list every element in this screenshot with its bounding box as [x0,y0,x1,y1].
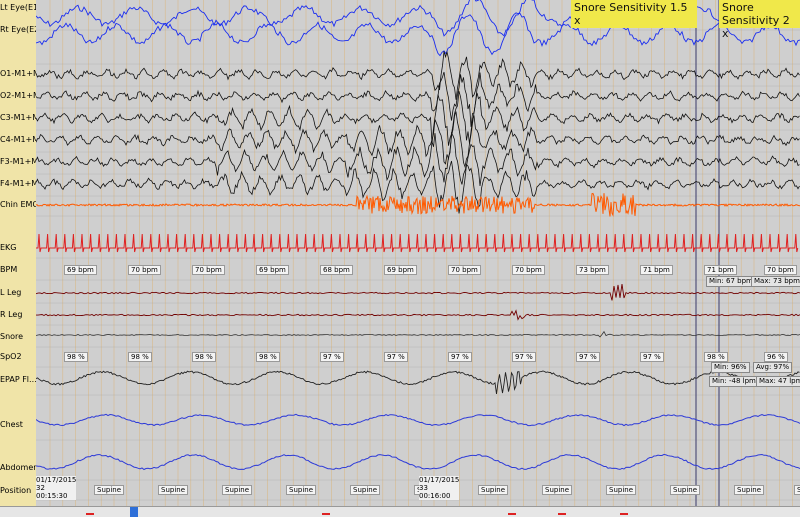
position-value: Supine [286,485,317,495]
spo2-value: 97 % [512,352,536,362]
spo2-value: 98 % [704,352,728,362]
bpm-value: 69 bpm [384,265,417,275]
spo2-value: 97 % [448,352,472,362]
event-marker [558,513,566,515]
channel-label-snore[interactable]: Snore [0,332,36,342]
spo2-value: 98 % [64,352,88,362]
spo2-value: 98 % [192,352,216,362]
spo2-value: 97 % [640,352,664,362]
position-value: Supine [606,485,637,495]
channel-label-r-leg[interactable]: R Leg [0,310,36,320]
channel-label-spo2[interactable]: SpO2 [0,352,36,362]
position-value: Supine [794,485,800,495]
waveform-traces [36,0,800,506]
bpm-value: 73 bpm [576,265,609,275]
r-leg-trace [36,309,800,321]
channel-label-ekg[interactable]: EKG [0,243,36,253]
chest-trace [36,413,800,427]
position-value: Supine [734,485,765,495]
epoch-date: 01/17/2015 [36,476,77,484]
channel-label-c4[interactable]: C4-M1+M2 [0,135,36,145]
epoch-epoch: 32 [36,484,45,492]
epap-max: Max: 47 lpm [756,376,800,387]
spo2-value: 96 % [764,352,788,362]
position-value: Supine [478,485,509,495]
channel-label-chest[interactable]: Chest [0,420,36,430]
epap-flow-trace [36,370,800,395]
bpm-value: 69 bpm [256,265,289,275]
bpm-value: 68 bpm [320,265,353,275]
position-value: Supine [222,485,253,495]
channel-label-position[interactable]: Position [0,486,36,496]
epoch-date: 01/17/2015 [419,476,460,484]
channel-label-abdomen[interactable]: Abdomen [0,463,36,473]
channel-label-lt-eye[interactable]: Lt Eye(E1) [0,3,36,13]
channel-label-c3[interactable]: C3-M1+M2 [0,113,36,123]
epoch-time: 00:16:00 [419,492,451,500]
spo2-min: Min: 96% [711,362,750,373]
channel-label-bpm[interactable]: BPM [0,265,36,275]
waveform-plot-area[interactable]: 69 bpm 70 bpm 70 bpm 69 bpm 68 bpm 69 bpm 70 b… [36,0,800,506]
ekg-trace [36,233,799,253]
bpm-value: 70 bpm [128,265,161,275]
spo2-avg: Avg: 97% [753,362,793,373]
channel-label-epap-flow[interactable]: EPAP Fl... [0,375,36,385]
spo2-value: 97 % [576,352,600,362]
event-marker [508,513,516,515]
spo2-value: 97 % [320,352,344,362]
bpm-value: 70 bpm [192,265,225,275]
bpm-value: 71 bpm [704,265,737,275]
channel-label-column: Lt Eye(E1) Rt Eye(E2) O1-M1+M2 O2-M1+M2 C3-M… [0,0,36,506]
spo2-value: 98 % [256,352,280,362]
channel-label-f4[interactable]: F4-M1+M2 [0,179,36,189]
channel-label-o1[interactable]: O1-M1+M2 [0,69,36,79]
channel-label-f3[interactable]: F3-M1+M2 [0,157,36,167]
l-leg-trace [36,284,800,301]
channel-label-rt-eye[interactable]: Rt Eye(E2) [0,25,36,35]
position-value: Supine [542,485,573,495]
o2-trace [36,71,800,127]
snore-sensitivity-label: Snore Sensitivity 1.5 x [571,0,697,28]
event-marker [86,513,94,515]
snore-sensitivity-label: Snore Sensitivity 2 x [719,0,800,40]
epoch-time-marker: 01/17/2015 32 00:15:30 [36,476,77,500]
position-value: Supine [670,485,701,495]
timeline-scrollbar[interactable] [0,506,800,517]
epoch-time: 00:15:30 [36,492,68,500]
event-marker [620,513,628,515]
o1-trace [36,50,800,100]
spo2-value: 98 % [128,352,152,362]
snore-trace [36,330,800,338]
bpm-value: 70 bpm [512,265,545,275]
channel-label-chin-emg[interactable]: Chin EMG [0,200,36,210]
epoch-time-marker: 01/17/2015 33 00:16:00 [419,476,460,500]
channel-label-l-leg[interactable]: L Leg [0,288,36,298]
chin-emg-trace [36,192,800,217]
abdomen-trace [36,453,800,471]
bpm-max: Max: 73 bpm [751,276,800,287]
bpm-value: 70 bpm [448,265,481,275]
bpm-value: 71 bpm [640,265,673,275]
epap-min: Min: -48 lpm [709,376,759,387]
position-value: Supine [158,485,189,495]
bpm-min: Min: 67 bpm [706,276,756,287]
epoch-epoch: 33 [419,484,428,492]
position-value: Supine [350,485,381,495]
channel-label-o2[interactable]: O2-M1+M2 [0,91,36,101]
bpm-value: 70 bpm [764,265,797,275]
f3-trace [36,131,800,187]
event-marker [322,513,330,515]
spo2-value: 97 % [384,352,408,362]
bpm-value: 69 bpm [64,265,97,275]
position-value: Supine [94,485,125,495]
